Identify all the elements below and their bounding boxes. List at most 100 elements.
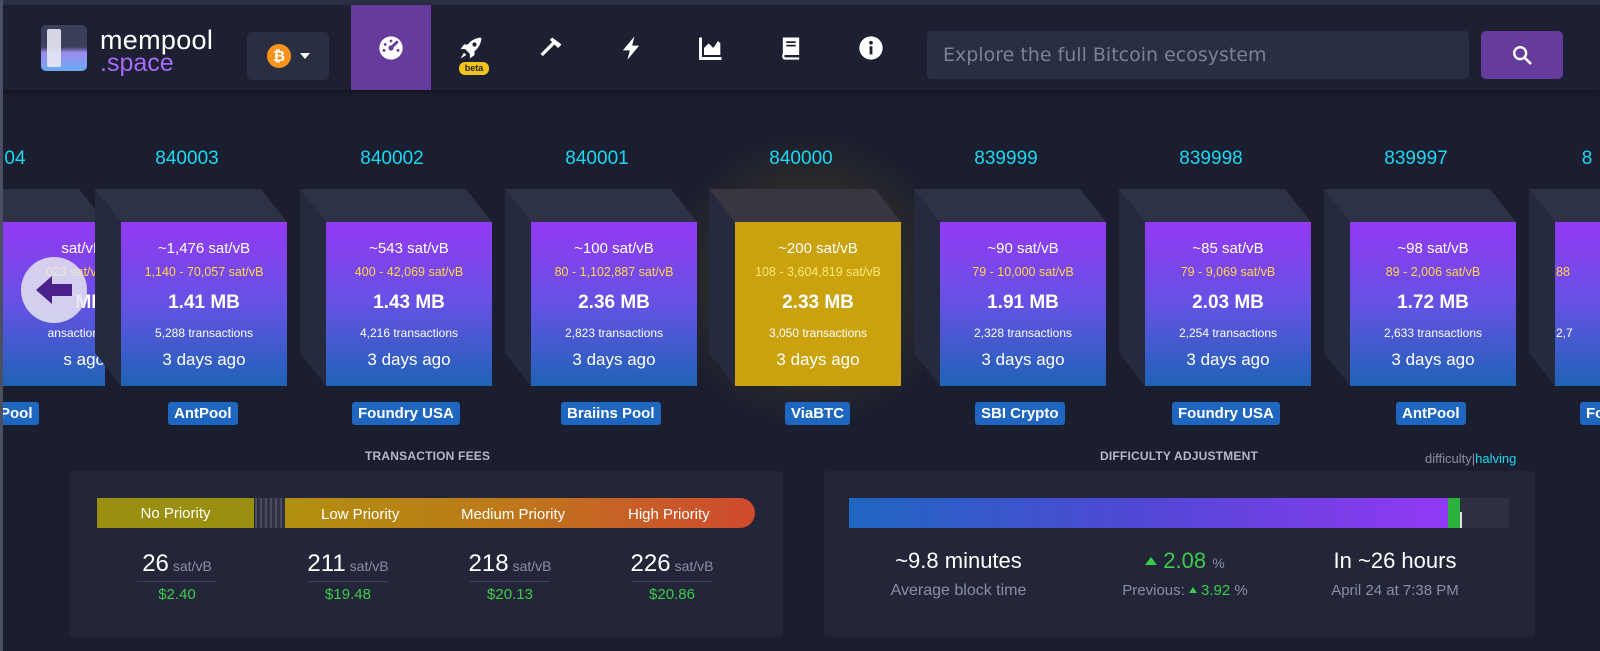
fee-rate: 26	[142, 550, 169, 577]
block-pool-badge[interactable]: AntPool	[1396, 402, 1466, 425]
previous-change-value: 3.92	[1200, 582, 1231, 599]
nav-accelerator[interactable]: beta	[431, 5, 511, 90]
mempool-logo-icon[interactable]	[41, 25, 87, 71]
block-tx-count: 3,050 transactions	[768, 326, 868, 340]
block-time-label: Average block time	[890, 582, 1027, 599]
no-priority-segment: No Priority	[97, 498, 254, 528]
block-time: 3 days ago	[1391, 350, 1475, 369]
block-time: 3 days ago	[162, 350, 246, 369]
block-median-fee: ~85 sat/vB	[1192, 240, 1264, 257]
block-fee-range: 88	[1556, 265, 1570, 279]
block-cube[interactable]: ~543 sat/vB 400 - 42,069 sat/vB 1.43 MB …	[300, 189, 492, 386]
block-tx-count: 2,633 transactions	[1383, 326, 1483, 340]
block-tx-count: 2,7	[1556, 326, 1573, 340]
block-height[interactable]: 840001	[517, 148, 677, 170]
difficulty-change-indicator	[1448, 498, 1460, 528]
fee-rate: 218	[468, 550, 509, 577]
nav-mining[interactable]	[511, 5, 591, 90]
difficulty-adjustment-title: DIFFICULTY ADJUSTMENT	[1100, 449, 1258, 463]
block-tx-count: 2,328 transactions	[973, 326, 1073, 340]
fee-rate: 211	[307, 550, 346, 577]
nav-about[interactable]	[831, 5, 911, 90]
nav-docs[interactable]	[751, 5, 831, 90]
block-height[interactable]: 840002	[312, 148, 472, 170]
block-height[interactable]: 04	[0, 148, 95, 170]
block-median-fee: ~200 sat/vB	[778, 240, 858, 257]
graphs-icon	[699, 37, 722, 60]
difficulty-toggle-link[interactable]: difficulty	[1425, 451, 1472, 466]
fee-no-priority: 26 sat/vB $2.40	[112, 550, 242, 603]
fee-unit: sat/vB	[512, 558, 552, 574]
block-size: 1.72 MB	[1397, 292, 1469, 313]
block-height[interactable]: 840000	[721, 148, 881, 170]
block-cube[interactable]: ~85 sat/vB 79 - 9,069 sat/vB 2.03 MB 2,2…	[1119, 189, 1311, 386]
docs-book-icon	[782, 37, 800, 60]
block-time: 3 days ago	[1186, 350, 1270, 369]
arrow-up-icon	[1145, 557, 1158, 565]
logo-text-space[interactable]: .space	[100, 49, 174, 78]
block-fee-range: 1,140 - 70,057 sat/vB	[144, 265, 264, 279]
block-height[interactable]: 840003	[107, 148, 267, 170]
block-size: 2.03 MB	[1192, 292, 1264, 313]
block-size: 2.36 MB	[578, 292, 650, 313]
block-pool-badge[interactable]: SBI Crypto	[975, 402, 1065, 425]
fee-usd: $20.86	[649, 586, 695, 603]
block-median-fee: ~543 sat/vB	[369, 240, 449, 257]
block-pool-badge[interactable]: Foundry USA	[1172, 402, 1280, 425]
block-tx-count: 5,288 transactions	[154, 326, 254, 340]
block-size: 1.91 MB	[987, 292, 1059, 313]
adjustment-date: April 24 at 7:38 PM	[1331, 582, 1459, 599]
block-pool-badge[interactable]: AntPool	[168, 402, 238, 425]
block-fee-range: 89 - 2,006 sat/vB	[1385, 265, 1481, 279]
transaction-fees-title: TRANSACTION FEES	[365, 449, 491, 463]
network-selector-button[interactable]: ₿	[247, 32, 329, 80]
arrow-left-icon	[36, 276, 72, 304]
block-height[interactable]: 839999	[926, 148, 1086, 170]
previous-change-unit: %	[1234, 582, 1248, 599]
nav-lightning[interactable]	[591, 5, 671, 90]
block-median-fee: sat/vB	[61, 240, 103, 257]
average-block-time: ~9.8 minutes Average block time	[876, 548, 1041, 600]
block-time-value: ~9.8 minutes	[895, 548, 1022, 573]
block-height[interactable]: 839997	[1336, 148, 1496, 170]
search-button[interactable]	[1481, 31, 1563, 79]
difficulty-change-value: 2.08	[1163, 548, 1207, 573]
block-cube[interactable]: ~98 sat/vB 89 - 2,006 sat/vB 1.72 MB 2,6…	[1324, 189, 1516, 386]
block-time: 3 days ago	[367, 350, 451, 369]
block-cube[interactable]: ~90 sat/vB 79 - 10,000 sat/vB 1.91 MB 2,…	[914, 189, 1106, 386]
info-icon	[859, 35, 883, 60]
fee-usd: $19.48	[325, 586, 371, 603]
low-priority-label: Low Priority	[321, 506, 400, 523]
nav-graphs[interactable]	[671, 5, 751, 90]
block-cube[interactable]: 88 2,7	[1529, 189, 1600, 386]
block-cube[interactable]: ~1,476 sat/vB 1,140 - 70,057 sat/vB 1.41…	[95, 189, 287, 386]
block-pool-badge[interactable]: ViaBTC	[785, 402, 851, 425]
block-tx-count: 2,823 transactions	[564, 326, 664, 340]
block-pool-badge[interactable]: Pool	[0, 402, 39, 425]
nav-dashboard[interactable]	[351, 5, 431, 90]
block-pool-badge[interactable]: Fo	[1580, 402, 1600, 425]
block-fee-range: 80 - 1,102,887 sat/vB	[554, 265, 674, 279]
halving-toggle-link[interactable]: halving	[1475, 451, 1516, 466]
block-cube[interactable]: ~100 sat/vB 80 - 1,102,887 sat/vB 2.36 M…	[505, 189, 697, 386]
block-pool-badge[interactable]: Foundry USA	[352, 402, 460, 425]
high-priority-label: High Priority	[628, 506, 710, 523]
next-adjustment: In ~26 hours April 24 at 7:38 PM	[1310, 548, 1480, 599]
block-fee-range: 79 - 10,000 sat/vB	[972, 265, 1074, 279]
block-median-fee: ~1,476 sat/vB	[157, 240, 251, 257]
block-time: 3 days ago	[776, 350, 860, 369]
block-fee-range: 400 - 42,069 sat/vB	[354, 265, 464, 279]
difficulty-halving-toggle: difficulty|halving	[1425, 451, 1516, 466]
fee-low-priority: 211 sat/vB $19.48	[283, 550, 413, 603]
scroll-back-button[interactable]	[21, 257, 87, 323]
fee-unit: sat/vB	[172, 558, 212, 574]
search-input[interactable]: Explore the full Bitcoin ecosystem	[927, 31, 1469, 79]
block-size: 2.33 MB	[782, 292, 854, 313]
block-height[interactable]: 8	[1507, 148, 1600, 170]
block-cube-selected[interactable]: ~200 sat/vB 108 - 3,604,819 sat/vB 2.33 …	[709, 189, 901, 386]
top-navbar: mempool .space ₿ beta Explore the full B…	[0, 5, 1600, 90]
fee-high-priority: 226 sat/vB $20.86	[607, 550, 737, 603]
block-height[interactable]: 839998	[1131, 148, 1291, 170]
block-pool-badge[interactable]: Braiins Pool	[561, 402, 661, 425]
adjustment-eta: In ~26 hours	[1333, 548, 1457, 573]
